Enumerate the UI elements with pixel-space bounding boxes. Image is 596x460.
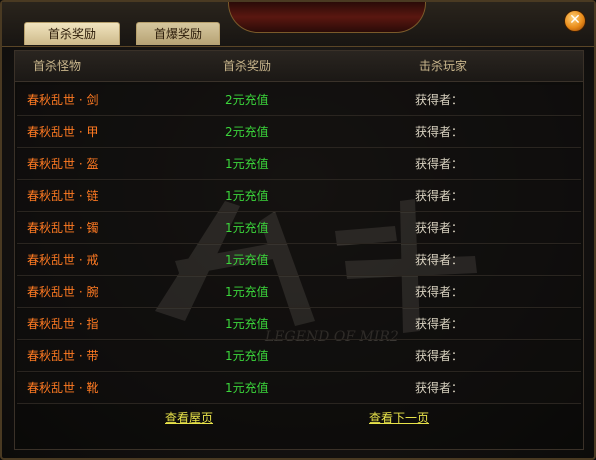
tab-first-drop-reward[interactable]: 首爆奖励	[136, 22, 220, 45]
monster-name: 春秋乱世 · 镯	[27, 221, 99, 235]
monster-name: 春秋乱世 · 剑	[27, 93, 99, 107]
table-row: 春秋乱世 · 链 1元充值 获得者：	[17, 181, 581, 212]
monster-name: 春秋乱世 · 甲	[27, 125, 99, 139]
table-header: 首杀怪物 首杀奖励 击杀玩家	[15, 51, 583, 82]
view-next-page-link[interactable]: 查看下一页	[369, 409, 429, 426]
reward-value: 1元充值	[225, 349, 269, 363]
monster-name: 春秋乱世 · 靴	[27, 381, 99, 395]
reward-value: 1元充值	[225, 221, 269, 235]
player-label: 获得者：	[415, 285, 464, 299]
reward-value: 1元充值	[225, 381, 269, 395]
tab-first-kill-reward[interactable]: 首杀奖励	[24, 22, 120, 45]
player-label: 获得者：	[415, 221, 464, 235]
player-label: 获得者：	[415, 349, 464, 363]
table-row: 春秋乱世 · 腕 1元充值 获得者：	[17, 277, 581, 308]
table-row: 春秋乱世 · 剑 2元充值 获得者：	[17, 85, 581, 116]
reward-value: 1元充值	[225, 317, 269, 331]
reward-value: 2元充值	[225, 93, 269, 107]
player-label: 获得者：	[415, 253, 464, 267]
reward-value: 1元充值	[225, 253, 269, 267]
reward-value: 2元充值	[225, 125, 269, 139]
monster-name: 春秋乱世 · 指	[27, 317, 99, 331]
player-label: 获得者：	[415, 93, 464, 107]
player-label: 获得者：	[415, 381, 464, 395]
monster-name: 春秋乱世 · 链	[27, 189, 99, 203]
header-reward: 首杀奖励	[223, 59, 272, 73]
header-player: 击杀玩家	[419, 59, 468, 73]
table-row: 春秋乱世 · 镯 1元充值 获得者：	[17, 213, 581, 244]
player-label: 获得者：	[415, 189, 464, 203]
dialog-window: 首杀奖励 首爆奖励 ✕ LEGEND OF MIR2 首杀怪物 首杀奖励 击杀玩…	[0, 0, 596, 460]
table-row: 春秋乱世 · 盔 1元充值 获得者：	[17, 149, 581, 180]
monster-name: 春秋乱世 · 腕	[27, 285, 99, 299]
reward-value: 1元充值	[225, 189, 269, 203]
table-row: 春秋乱世 · 戒 1元充值 获得者：	[17, 245, 581, 276]
table-row: 春秋乱世 · 甲 2元充值 获得者：	[17, 117, 581, 148]
table-row: 春秋乱世 · 带 1元充值 获得者：	[17, 341, 581, 372]
reward-value: 1元充值	[225, 285, 269, 299]
title-bar: 首杀奖励 首爆奖励 ✕	[2, 2, 594, 47]
player-label: 获得者：	[415, 125, 464, 139]
player-label: 获得者：	[415, 317, 464, 331]
table-row: 春秋乱世 · 指 1元充值 获得者：	[17, 309, 581, 340]
reward-value: 1元充值	[225, 157, 269, 171]
header-monster: 首杀怪物	[33, 59, 82, 73]
table-row: 春秋乱世 · 靴 1元充值 获得者：	[17, 373, 581, 404]
title-ornament	[228, 2, 426, 33]
view-first-page-link[interactable]: 查看屋页	[165, 409, 213, 426]
close-icon[interactable]: ✕	[564, 10, 586, 32]
monster-name: 春秋乱世 · 带	[27, 349, 99, 363]
reward-table-panel: LEGEND OF MIR2 首杀怪物 首杀奖励 击杀玩家 春秋乱世 · 剑 2元…	[14, 50, 584, 450]
monster-name: 春秋乱世 · 戒	[27, 253, 99, 267]
monster-name: 春秋乱世 · 盔	[27, 157, 99, 171]
player-label: 获得者：	[415, 157, 464, 171]
